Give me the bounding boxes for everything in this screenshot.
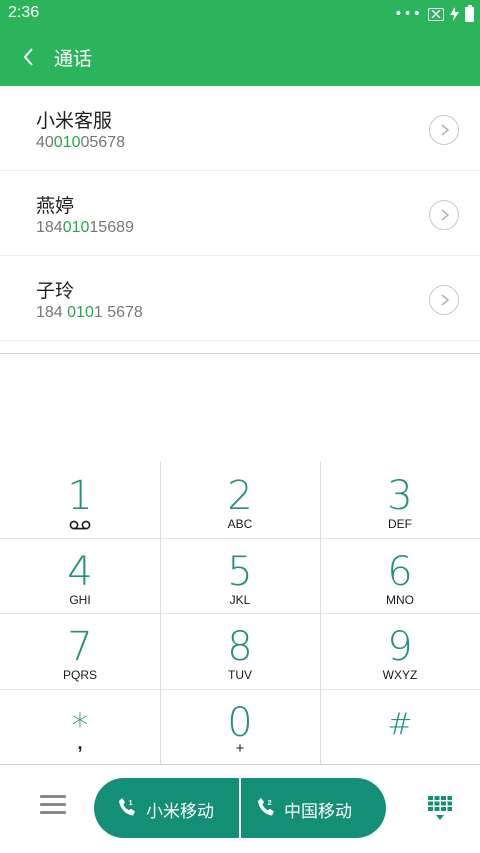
number-match-highlight: 010: [53, 134, 81, 151]
app-bar: 通话: [0, 28, 480, 86]
key-letters: PQRS: [62, 668, 97, 682]
key-6[interactable]: 6 MNO: [320, 538, 480, 614]
contact-number: 18401015689: [36, 219, 134, 237]
chevron-left-icon: [23, 48, 33, 66]
key-9[interactable]: 9 WXYZ: [320, 613, 480, 689]
key-letters: TUV: [228, 668, 252, 682]
sim1-label: 小米移动: [146, 802, 214, 822]
key-digit: 3: [387, 473, 413, 519]
key-letters: GHI: [69, 593, 91, 607]
key-7[interactable]: 7 PQRS: [0, 613, 160, 689]
number-prefix: 184: [36, 304, 68, 321]
hamburger-menu-icon: [40, 803, 66, 806]
contact-name: 小米客服: [36, 110, 113, 132]
hamburger-menu-icon: [40, 811, 66, 814]
charging-bolt-icon: [450, 7, 459, 21]
number-suffix: 05678: [80, 134, 126, 151]
number-match-highlight: 010: [62, 219, 90, 236]
key-letters: WXYZ: [382, 668, 418, 682]
key-letters: +: [235, 740, 245, 757]
key-3[interactable]: 3 DEF: [320, 462, 480, 538]
call-button-group: 1 小米移动 2 中国移动: [94, 778, 386, 838]
key-digit: 0: [227, 700, 253, 746]
key-digit: 9: [387, 624, 413, 670]
sim2-label: 中国移动: [284, 802, 352, 822]
status-time: 2:36: [8, 4, 40, 21]
chevron-right-icon: [441, 124, 450, 136]
contact-detail-button[interactable]: [429, 115, 459, 145]
status-icons: •••: [394, 4, 474, 24]
key-digit: 4: [67, 549, 93, 595]
svg-text:2: 2: [268, 798, 272, 807]
key-hash[interactable]: #: [320, 689, 480, 765]
key-letters: ABC: [227, 517, 253, 531]
contact-name: 子玲: [36, 280, 75, 302]
key-star[interactable]: * ,: [0, 689, 160, 765]
key-digit: 5: [227, 549, 253, 595]
contact-number: 184 0101 5678: [36, 304, 143, 322]
dialpad: 1 2 ABC 3 DEF 4 GHI 5 JKL 6 MNO 7 PQRS 8…: [0, 462, 480, 764]
key-8[interactable]: 8 TUV: [160, 613, 320, 689]
call-sim2-button[interactable]: 2 中国移动: [241, 778, 386, 838]
contact-detail-button[interactable]: [429, 200, 459, 230]
key-letters: JKL: [229, 593, 251, 607]
phone-sim2-icon: 2: [258, 798, 274, 816]
status-bar: 2:36 •••: [0, 0, 480, 28]
menu-button[interactable]: [40, 795, 66, 819]
back-button[interactable]: [16, 43, 44, 71]
no-sim-icon: [428, 7, 444, 21]
call-sim1-button[interactable]: 1 小米移动: [94, 778, 239, 838]
chevron-right-icon: [441, 209, 450, 221]
key-4[interactable]: 4 GHI: [0, 538, 160, 614]
key-letters: MNO: [386, 593, 414, 607]
contact-row[interactable]: 小米客服 4001005678: [0, 86, 480, 171]
contact-detail-button[interactable]: [429, 285, 459, 315]
key-digit: 1: [67, 473, 93, 519]
key-2[interactable]: 2 ABC: [160, 462, 320, 538]
voicemail-icon: [69, 520, 91, 530]
key-digit: #: [387, 707, 413, 742]
key-letters: ,: [77, 733, 83, 753]
key-digit: 7: [67, 624, 93, 670]
bottom-divider: [0, 764, 480, 765]
key-digit: 6: [387, 549, 413, 595]
chevron-right-icon: [441, 294, 450, 306]
number-suffix: 15689: [89, 219, 134, 236]
hamburger-menu-icon: [40, 795, 66, 798]
contact-number: 4001005678: [36, 134, 125, 152]
key-letters: DEF: [388, 517, 412, 531]
key-digit: 8: [227, 624, 253, 670]
number-prefix: 184: [36, 219, 63, 236]
key-0[interactable]: 0 +: [160, 689, 320, 765]
battery-icon: [465, 4, 474, 22]
page-title: 通话: [54, 48, 93, 70]
key-5[interactable]: 5 JKL: [160, 538, 320, 614]
contact-results-list: 小米客服 4001005678 燕婷 18401015689 子玲 184 01…: [0, 86, 480, 341]
contact-name: 燕婷: [36, 195, 75, 217]
more-notifications-icon: •••: [394, 6, 422, 22]
key-digit: 2: [227, 473, 253, 519]
contact-row[interactable]: 子玲 184 0101 5678: [0, 256, 480, 341]
phone-sim1-icon: 1: [119, 798, 135, 816]
contact-row[interactable]: 燕婷 18401015689: [0, 171, 480, 256]
number-match-highlight: 010: [67, 304, 94, 321]
number-prefix: 40: [36, 134, 54, 151]
key-1[interactable]: 1: [0, 462, 160, 538]
number-suffix: 1 5678: [93, 304, 143, 321]
dialpad-toggle-button[interactable]: [428, 796, 452, 822]
list-divider: [0, 353, 480, 354]
dialpad-icon: [428, 796, 452, 820]
svg-text:1: 1: [129, 798, 133, 807]
